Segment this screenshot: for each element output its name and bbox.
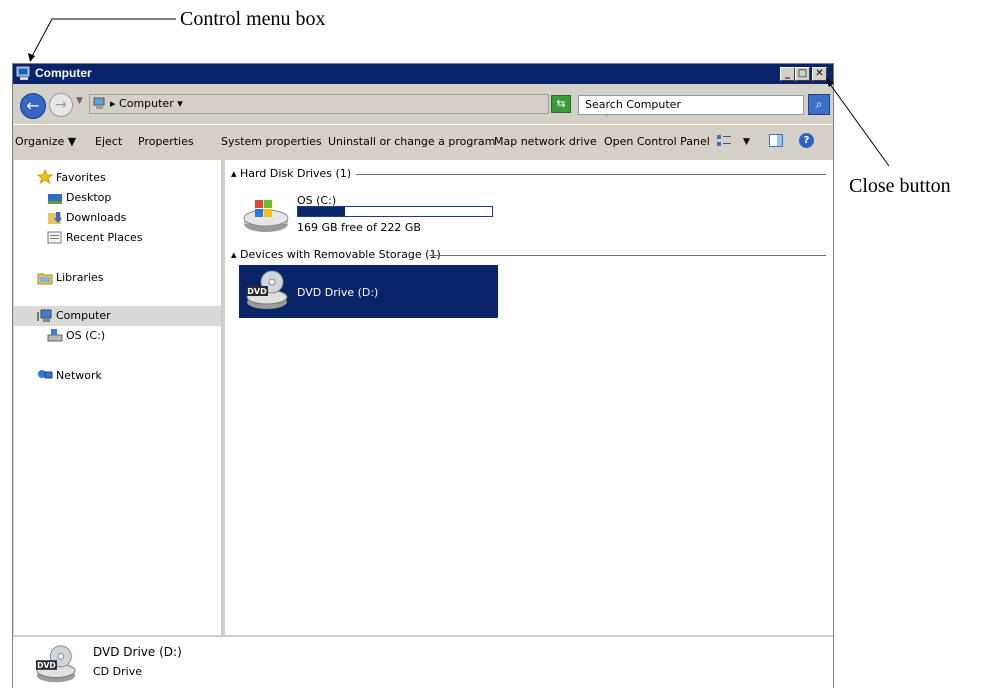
address-row: ← → ▼ ▸ Computer ▾ ▼ ⇆ Search Computer ⌕ bbox=[13, 84, 833, 120]
chevron-down-icon: ▼ bbox=[67, 135, 77, 148]
libraries-icon bbox=[37, 270, 53, 285]
downloads-icon bbox=[47, 210, 63, 224]
minimize-button[interactable]: _ bbox=[780, 67, 795, 81]
drive-icon bbox=[47, 327, 63, 342]
control-menu-box-callout: Control menu box bbox=[180, 8, 326, 30]
svg-text:DVD: DVD bbox=[37, 661, 56, 670]
details-pane: DVD DVD Drive (D:) CD Drive bbox=[13, 636, 833, 689]
drive-name-dvd[interactable]: DVD Drive (D:) bbox=[297, 286, 378, 299]
change-view-icon[interactable] bbox=[717, 133, 731, 147]
dvd-drive-icon: DVD bbox=[244, 268, 290, 314]
preview-pane-icon[interactable] bbox=[769, 134, 783, 147]
maximize-button[interactable]: □ bbox=[795, 67, 810, 81]
computer-icon bbox=[93, 97, 105, 109]
breadcrumb-computer[interactable]: Computer bbox=[119, 97, 174, 110]
group-divider bbox=[356, 174, 826, 175]
organize-button[interactable]: Organize ▼ bbox=[15, 135, 76, 148]
close-button-callout: Close button bbox=[849, 175, 951, 197]
eject-button[interactable]: Eject bbox=[95, 135, 122, 148]
nav-item-computer[interactable]: Computer bbox=[56, 309, 111, 322]
network-icon bbox=[37, 367, 53, 381]
refresh-button[interactable]: ⇆ bbox=[551, 95, 571, 113]
nav-item-desktop[interactable]: Desktop bbox=[66, 191, 111, 204]
title-bar[interactable]: Computer _ □ ✕ bbox=[13, 64, 833, 84]
forward-button[interactable]: → bbox=[49, 93, 73, 117]
drive-free-space: 169 GB free of 222 GB bbox=[297, 221, 421, 234]
uninstall-program-button[interactable]: Uninstall or change a program bbox=[328, 135, 495, 148]
open-control-panel-button[interactable]: Open Control Panel bbox=[604, 135, 710, 148]
star-icon bbox=[36, 168, 54, 185]
view-options-dropdown[interactable]: ▼ bbox=[743, 137, 750, 147]
drive-usage-bar bbox=[297, 206, 493, 217]
details-name: DVD Drive (D:) bbox=[93, 645, 182, 659]
removable-group-label: Devices with Removable Storage (1) bbox=[240, 248, 441, 261]
close-button-leader bbox=[826, 79, 890, 167]
group-header-removable-storage[interactable]: ▴ Devices with Removable Storage (1) bbox=[231, 248, 441, 261]
control-menu-leader bbox=[29, 18, 176, 61]
address-bar[interactable]: ▸ Computer ▾ ▼ bbox=[89, 94, 610, 118]
breadcrumb[interactable]: ▸ Computer ▾ bbox=[110, 97, 183, 110]
nav-item-os-c[interactable]: OS (C:) bbox=[66, 329, 105, 342]
desktop-icon bbox=[47, 191, 63, 205]
command-bar: Organize ▼ Eject Properties System prope… bbox=[13, 124, 833, 160]
search-button[interactable]: ⌕ bbox=[808, 94, 830, 115]
recent-pages-dropdown[interactable]: ▼ bbox=[76, 96, 83, 106]
nav-item-favorites[interactable]: Favorites bbox=[56, 171, 106, 184]
dvd-drive-icon: DVD bbox=[33, 643, 79, 687]
nav-item-network[interactable]: Network bbox=[56, 369, 102, 382]
arrow-left-icon: ← bbox=[26, 96, 40, 115]
properties-button[interactable]: Properties bbox=[138, 135, 194, 148]
computer-icon[interactable] bbox=[16, 66, 32, 81]
svg-text:DVD: DVD bbox=[247, 287, 267, 296]
drive-usage-fill bbox=[298, 207, 345, 216]
arrow-right-icon: → bbox=[55, 97, 67, 113]
back-button[interactable]: ← bbox=[20, 93, 46, 119]
map-network-drive-button[interactable]: Map network drive bbox=[494, 135, 597, 148]
nav-item-downloads[interactable]: Downloads bbox=[66, 211, 126, 224]
nav-item-recent-places[interactable]: Recent Places bbox=[66, 231, 143, 244]
recent-places-icon bbox=[47, 230, 63, 244]
system-properties-button[interactable]: System properties bbox=[221, 135, 322, 148]
search-icon: ⌕ bbox=[815, 97, 823, 111]
collapse-icon: ▴ bbox=[231, 248, 237, 261]
organize-label: Organize bbox=[15, 135, 65, 148]
help-icon[interactable]: ? bbox=[799, 133, 814, 148]
window-title: Computer bbox=[35, 66, 92, 80]
refresh-icon: ⇆ bbox=[556, 97, 566, 110]
search-placeholder: Search Computer bbox=[585, 98, 681, 111]
group-header-hard-disk-drives[interactable]: ▴ Hard Disk Drives (1) bbox=[231, 167, 351, 180]
search-input[interactable]: Search Computer bbox=[578, 95, 804, 115]
group-divider bbox=[429, 255, 826, 256]
details-type: CD Drive bbox=[93, 665, 142, 678]
nav-item-libraries[interactable]: Libraries bbox=[56, 271, 104, 284]
hdd-group-label: Hard Disk Drives (1) bbox=[240, 167, 352, 180]
hard-drive-icon[interactable] bbox=[241, 196, 291, 236]
close-button[interactable]: ✕ bbox=[812, 67, 827, 81]
collapse-icon: ▴ bbox=[231, 167, 237, 180]
computer-icon bbox=[37, 308, 53, 322]
control-menu-arrowhead bbox=[28, 53, 35, 62]
